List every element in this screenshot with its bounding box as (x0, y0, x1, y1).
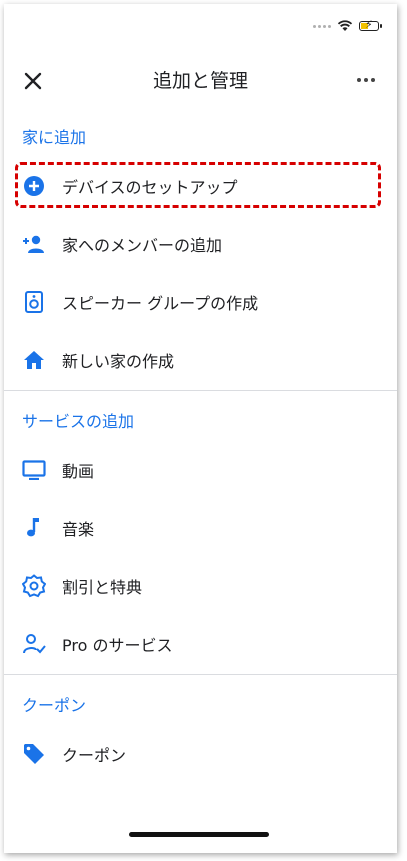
menu-item-label: クーポン (62, 746, 127, 765)
menu-item-video[interactable]: 動画 (4, 448, 397, 492)
menu-item-coupon[interactable]: クーポン (4, 732, 397, 776)
speaker-icon (22, 290, 46, 314)
menu-item-music[interactable]: 音楽 (4, 506, 397, 550)
menu-item-label: デバイスのセットアップ (62, 178, 238, 197)
more-options-icon[interactable] (357, 78, 375, 82)
battery-icon: ⚡ (359, 19, 382, 31)
menu-item-label: 割引と特典 (62, 578, 143, 597)
app-screen: ⚡ 追加と管理 家に追加 デバイスのセットアップ 家へのメンバーの追加 スピーカ… (4, 4, 397, 853)
section-title-add-services: サービスの追加 (22, 412, 135, 431)
menu-item-label: スピーカー グループの作成 (62, 294, 259, 313)
home-icon (22, 348, 46, 372)
page-title: 追加と管理 (152, 70, 248, 92)
discount-badge-icon (22, 574, 46, 598)
menu-item-label: 動画 (62, 462, 95, 481)
music-note-icon (22, 516, 46, 540)
menu-item-label: 新しい家の作成 (62, 352, 175, 371)
divider (4, 674, 397, 675)
menu-item-discounts[interactable]: 割引と特典 (4, 564, 397, 608)
section-title-add-to-home: 家に追加 (22, 128, 87, 147)
menu-item-new-home[interactable]: 新しい家の作成 (4, 338, 397, 382)
tv-icon (22, 458, 46, 482)
status-bar: ⚡ (313, 19, 382, 32)
wifi-icon (337, 20, 353, 31)
menu-item-speaker-group[interactable]: スピーカー グループの作成 (4, 280, 397, 324)
signal-icon (313, 24, 331, 28)
section-title-coupons: クーポン (22, 696, 87, 715)
pro-service-icon (22, 632, 46, 656)
add-circle-icon (22, 174, 46, 198)
person-add-icon (22, 232, 46, 256)
tag-icon (22, 742, 46, 766)
menu-item-add-member[interactable]: 家へのメンバーの追加 (4, 222, 397, 266)
app-header: 追加と管理 (4, 62, 397, 102)
menu-item-label: 音楽 (62, 520, 95, 539)
menu-item-device-setup[interactable]: デバイスのセットアップ (4, 164, 397, 208)
menu-item-label: Pro のサービス (62, 636, 173, 655)
home-indicator[interactable] (129, 832, 269, 837)
menu-item-pro-services[interactable]: Pro のサービス (4, 622, 397, 666)
divider (4, 390, 397, 391)
menu-item-label: 家へのメンバーの追加 (62, 236, 223, 255)
